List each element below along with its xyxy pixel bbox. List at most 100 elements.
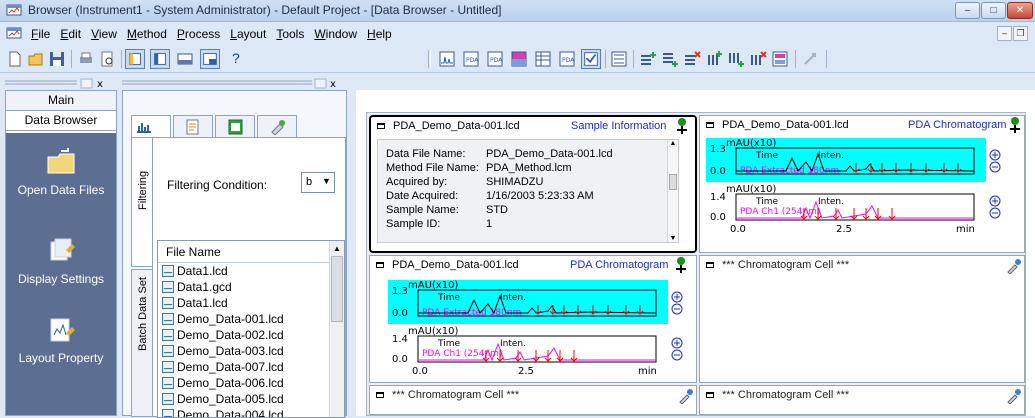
empty-chromatogram-cell-bottom-right[interactable]: *** Chromatogram Cell ***	[699, 385, 1025, 415]
zoom-out-icon[interactable]	[989, 161, 1001, 173]
empty-chromatogram-cell-bottom-left[interactable]: *** Chromatogram Cell ***	[369, 385, 697, 415]
print-icon[interactable]	[76, 49, 96, 69]
menu-file[interactable]: File	[26, 27, 55, 41]
status-light-icon[interactable]	[674, 256, 688, 274]
chromatogram-view-icon[interactable]	[437, 49, 457, 69]
append-row-icon[interactable]	[660, 49, 680, 69]
pda-table-icon[interactable]: PDA	[557, 49, 577, 69]
data-explorer-grip[interactable]: x	[122, 77, 347, 89]
status-bar-icon[interactable]	[200, 49, 220, 69]
scroll-up-arrow[interactable]: ▲	[330, 241, 344, 256]
file-list-item[interactable]: Data1.gcd	[158, 279, 344, 295]
file-list: File Name Data1.lcd Data1.gcd Data1.lcd Dem…	[157, 240, 345, 418]
menu-layout[interactable]: Layout	[225, 27, 271, 41]
file-list-item[interactable]: Demo_Data-001.lcd	[158, 311, 344, 327]
assistant-tab-data-browser[interactable]: Data Browser	[6, 111, 116, 131]
minimize-button[interactable]: –	[955, 2, 980, 19]
cell-settings-icon[interactable]	[1006, 258, 1022, 274]
pda-chromatogram-cell-middle[interactable]: PDA_Demo_Data-001.lcd PDA Chromatogram m…	[369, 255, 697, 383]
scroll-thumb[interactable]	[331, 256, 343, 322]
insert-row-icon[interactable]	[638, 49, 658, 69]
pda-chromatogram-cell-top[interactable]: PDA_Demo_Data-001.lcd PDA Chromatogram m…	[699, 115, 1025, 253]
zoom-out-icon[interactable]	[671, 349, 683, 361]
pda-chromatogram-plot[interactable]: mAU(x10)1.30.0Time Inten.PDA Extracted 18…	[706, 136, 1012, 244]
document-window-icon[interactable]	[6, 26, 22, 41]
empty-chromatogram-cell-middle[interactable]: *** Chromatogram Cell ***	[699, 255, 1025, 383]
help-icon[interactable]: ?	[232, 50, 240, 66]
cell-window-icon	[706, 122, 714, 128]
zoom-out-icon[interactable]	[671, 303, 683, 315]
file-list-item[interactable]: Data1.lcd	[158, 263, 344, 279]
mdi-minimize-button[interactable]: –	[997, 26, 1012, 41]
x-tick-label: 2.5	[836, 224, 852, 235]
scroll-up-arrow[interactable]: ▲	[668, 140, 678, 147]
pda-chromatogram-plot[interactable]: mAU(x10)1.30.0Time Inten.PDA Extracted 18…	[388, 278, 694, 386]
open-data-files-button[interactable]: Open Data Files	[6, 147, 116, 197]
info-scrollbar[interactable]: ▲ ▼	[667, 140, 678, 242]
svg-text:x: x	[330, 79, 336, 89]
pda-spectrum-icon[interactable]: PDA	[485, 49, 505, 69]
peak-marker	[544, 350, 552, 362]
tab-report[interactable]	[173, 115, 213, 137]
mdi-restore-button[interactable]: ❐	[1013, 26, 1028, 41]
tab-filtering[interactable]: Filtering	[131, 137, 153, 267]
scroll-down-arrow[interactable]: ▼	[668, 235, 678, 242]
zoom-in-icon[interactable]	[989, 195, 1001, 207]
tab-data[interactable]	[131, 115, 171, 139]
output-window-icon[interactable]	[175, 49, 195, 69]
append-column-icon[interactable]	[726, 49, 746, 69]
zoom-in-icon[interactable]	[671, 337, 683, 349]
file-list-header[interactable]: File Name	[158, 241, 344, 263]
zoom-in-icon[interactable]	[989, 149, 1001, 161]
menu-tools[interactable]: Tools	[271, 27, 309, 41]
cell-settings-icon[interactable]	[1006, 388, 1022, 404]
open-folder-icon[interactable]	[26, 49, 46, 69]
data-explorer-icon[interactable]	[125, 49, 145, 69]
lcd-file-icon	[162, 393, 174, 405]
sample-information-cell[interactable]: PDA_Demo_Data-001.lcd Sample Information…	[369, 115, 697, 253]
status-light-icon[interactable]	[675, 117, 689, 135]
file-list-scrollbar[interactable]: ▲	[329, 241, 344, 417]
filtering-condition-select[interactable]: b ▼	[301, 172, 335, 193]
menu-window[interactable]: Window	[309, 27, 362, 41]
tab-batch-data-set[interactable]: Batch Data Set	[131, 269, 153, 417]
menu-help[interactable]: Help	[362, 27, 397, 41]
contour-view-icon[interactable]	[509, 49, 529, 69]
sample-info-icon[interactable]	[581, 49, 601, 69]
menu-method[interactable]: Method	[122, 27, 172, 41]
cell-properties-icon[interactable]	[770, 49, 790, 69]
assistant-tab-main[interactable]: Main	[6, 91, 116, 111]
file-list-item[interactable]: Demo_Data-005.lcd	[158, 391, 344, 407]
scroll-thumb[interactable]	[669, 174, 677, 190]
assistant-bar-icon[interactable]	[150, 49, 170, 69]
menu-view[interactable]: View	[86, 27, 122, 41]
peak-table-icon[interactable]	[533, 49, 553, 69]
new-icon[interactable]	[5, 49, 25, 69]
delete-column-icon[interactable]	[748, 49, 768, 69]
tab-method[interactable]	[215, 115, 255, 137]
display-settings-button[interactable]: Display Settings	[6, 236, 116, 286]
menu-edit[interactable]: Edit	[55, 27, 86, 41]
file-list-item[interactable]: Data1.lcd	[158, 295, 344, 311]
print-preview-icon[interactable]	[97, 49, 117, 69]
delete-row-icon[interactable]	[682, 49, 702, 69]
status-light-icon[interactable]	[1008, 116, 1022, 134]
file-list-item[interactable]: Demo_Data-003.lcd	[158, 343, 344, 359]
menu-process[interactable]: Process	[172, 27, 225, 41]
pda-view-icon[interactable]: PDA	[461, 49, 481, 69]
tab-batch[interactable]	[257, 115, 297, 137]
zoom-out-icon[interactable]	[989, 207, 1001, 219]
file-list-item[interactable]: Demo_Data-004.lcd	[158, 407, 344, 417]
file-list-item[interactable]: Demo_Data-007.lcd	[158, 359, 344, 375]
file-list-item[interactable]: Demo_Data-002.lcd	[158, 327, 344, 343]
close-button[interactable]: ✕	[1007, 2, 1033, 19]
method-view-icon[interactable]	[609, 49, 629, 69]
zoom-in-icon[interactable]	[671, 291, 683, 303]
assistant-bar-grip[interactable]: x	[5, 77, 110, 89]
file-list-item[interactable]: Demo_Data-006.lcd	[158, 375, 344, 391]
insert-column-icon[interactable]	[704, 49, 724, 69]
save-icon[interactable]	[47, 49, 67, 69]
cell-settings-icon[interactable]	[678, 388, 694, 404]
layout-property-button[interactable]: Layout Property	[6, 315, 116, 365]
maximize-button[interactable]: □	[981, 2, 1006, 19]
